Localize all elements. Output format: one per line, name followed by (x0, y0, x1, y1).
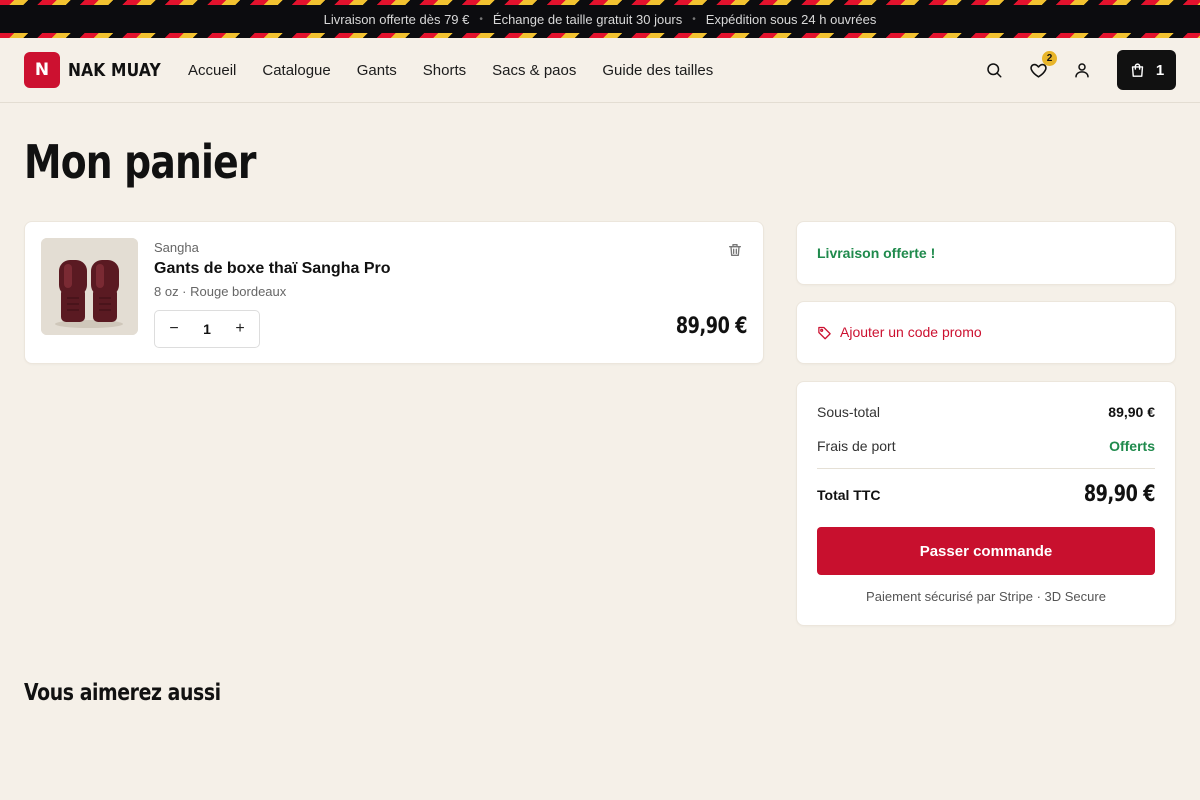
decrease-quantity-button[interactable]: − (167, 320, 181, 338)
announcement-separator: • (692, 13, 696, 25)
site-logo[interactable]: N NAK MUAY (24, 52, 176, 88)
trash-icon (729, 244, 741, 256)
product-brand: Sangha (154, 240, 199, 255)
nav-item-catalogue[interactable]: Catalogue (262, 62, 330, 79)
product-variant: 8 oz · Rouge bordeaux (154, 284, 287, 299)
increase-quantity-button[interactable]: + (233, 320, 247, 338)
product-thumbnail[interactable] (41, 238, 138, 335)
nav-item-guide-tailles[interactable]: Guide des tailles (602, 62, 713, 79)
cart-button[interactable]: 1 (1117, 50, 1176, 90)
wishlist-button[interactable]: 2 (1025, 51, 1057, 83)
recommendations-title: Vous aimerez aussi (24, 680, 221, 706)
order-summary: Sous-total 89,90 € Frais de port Offerts… (796, 381, 1176, 626)
total-row: Total TTC 89,90 € (817, 482, 1155, 507)
add-promo-code-button[interactable]: Ajouter un code promo (817, 324, 982, 340)
cart-icon (1131, 62, 1143, 77)
shipping-label: Frais de port (817, 438, 896, 454)
search-icon (987, 63, 1002, 78)
remove-item-button[interactable] (727, 242, 743, 263)
search-button[interactable] (981, 57, 1007, 83)
total-label: Total TTC (817, 486, 881, 503)
summary-divider (817, 468, 1155, 469)
free-shipping-notice: Livraison offerte ! (796, 221, 1176, 285)
announcement-size-exchange: Échange de taille gratuit 30 jours (492, 11, 683, 27)
tag-icon (818, 326, 831, 339)
product-name[interactable]: Gants de boxe thaï Sangha Pro (154, 260, 391, 278)
subtotal-label: Sous-total (817, 404, 881, 420)
nav-item-shorts[interactable]: Shorts (423, 62, 466, 79)
announcement-dispatch: Expédition sous 24 h ouvrées (705, 11, 877, 27)
wishlist-count-badge: 2 (1042, 51, 1057, 66)
main-header: N NAK MUAY Accueil Catalogue Gants Short… (0, 38, 1200, 103)
total-value: 89,90 € (1083, 482, 1156, 507)
shipping-row: Frais de port Offerts (817, 438, 1155, 454)
free-shipping-text: Livraison offerte ! (817, 245, 936, 261)
announcement-separator: • (479, 13, 483, 25)
logo-text: NAK MUAY (68, 59, 161, 81)
subtotal-value: 89,90 € (1108, 404, 1155, 420)
nav-item-gants[interactable]: Gants (357, 62, 397, 79)
main-nav: Accueil Catalogue Gants Shorts Sacs & pa… (188, 38, 713, 103)
announcement-messages: Livraison offerte dès 79 € • Échange de … (0, 5, 1200, 33)
checkout-button[interactable]: Passer commande (817, 527, 1155, 575)
quantity-stepper: − 1 + (154, 310, 260, 348)
secure-payment-note: Paiement sécurisé par Stripe · 3D Secure (866, 589, 1106, 604)
logo-mark: N (24, 52, 60, 88)
quantity-value[interactable]: 1 (203, 321, 211, 337)
add-promo-code-label: Ajouter un code promo (840, 324, 982, 340)
promo-code-panel: Ajouter un code promo (796, 301, 1176, 364)
subtotal-row: Sous-total 89,90 € (817, 404, 1155, 420)
nav-item-sacs-paos[interactable]: Sacs & paos (492, 62, 576, 79)
announcement-bar: Livraison offerte dès 79 € • Échange de … (0, 0, 1200, 38)
announcement-free-shipping: Livraison offerte dès 79 € (323, 11, 470, 27)
account-button[interactable] (1069, 57, 1095, 83)
user-icon (1075, 63, 1089, 78)
cart-count: 1 (1155, 61, 1165, 79)
cart-item: Sangha Gants de boxe thaï Sangha Pro 8 o… (24, 221, 764, 364)
header-actions: 2 1 (981, 50, 1176, 90)
boxing-gloves-image (41, 238, 138, 335)
item-price: 89,90 € (675, 314, 748, 339)
page-title: Mon panier (24, 135, 256, 189)
shipping-value: Offerts (1109, 438, 1155, 454)
nav-item-accueil[interactable]: Accueil (188, 62, 236, 79)
